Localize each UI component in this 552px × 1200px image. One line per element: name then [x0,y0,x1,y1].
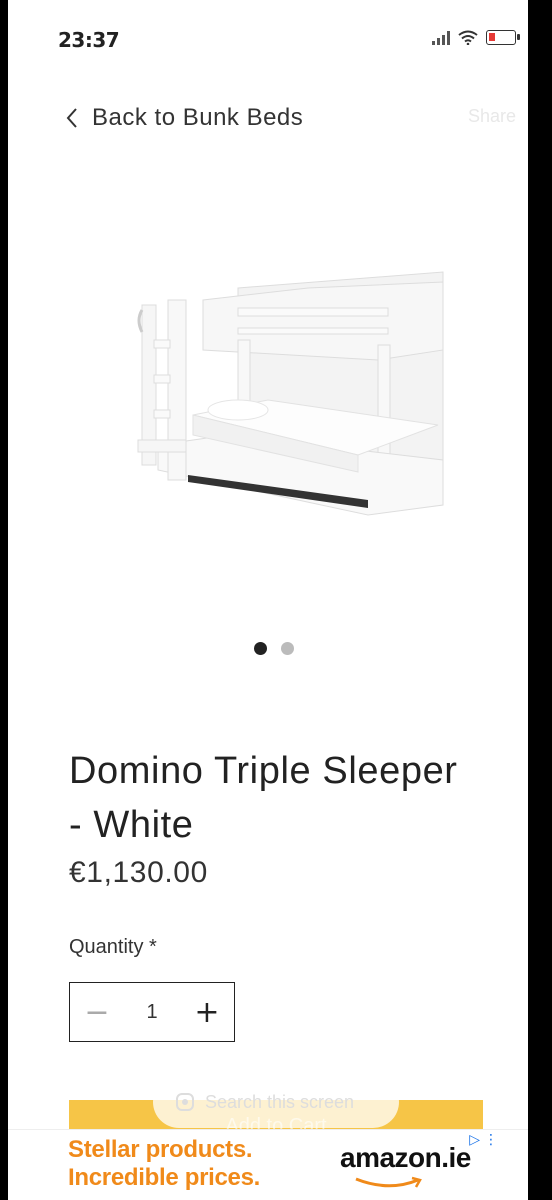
wifi-icon [458,30,478,45]
gallery-dot-2[interactable] [281,642,294,655]
ad-line-1: Stellar products. [68,1136,253,1163]
search-screen-pill[interactable]: Search this screen [153,1076,399,1128]
back-to-bunk-beds-link[interactable]: Back to Bunk Beds [66,104,303,132]
battery-icon [486,30,520,45]
search-screen-label: Search this screen [205,1091,355,1112]
back-link-label: Back to Bunk Beds [92,104,304,131]
ad-banner[interactable]: Stellar products. Incredible prices. ama… [8,1130,528,1200]
ad-line-2: Incredible prices. [68,1164,261,1191]
signal-icon [432,30,450,45]
ad-brand-logo: amazon.ie [340,1142,471,1173]
ad-choices[interactable]: ▷ ⋮ [469,1132,498,1148]
increase-quantity-button[interactable]: + [180,983,234,1041]
ad-menu-icon[interactable]: ⋮ [484,1132,498,1148]
adchoices-icon[interactable]: ▷ [469,1132,480,1148]
decrease-quantity-button[interactable]: − [70,983,124,1041]
product-price: €1,130.00 [69,856,208,889]
ad-headline: Stellar products. Incredible prices. [68,1136,260,1192]
product-title: Domino Triple Sleeper - White [69,750,458,846]
gallery-dot-1[interactable] [254,642,267,655]
quantity-stepper: − 1 + [69,982,235,1042]
lens-icon [176,1093,194,1111]
chevron-left-icon [66,108,77,128]
quantity-value[interactable]: 1 [124,1001,180,1024]
status-time: 23:37 [58,28,120,52]
gallery-pagination [254,642,294,655]
product-image[interactable] [98,250,458,530]
app-screen: 23:37 Back to Bunk Beds Share Domino Tri… [8,0,528,1200]
share-button[interactable]: Share [468,106,516,127]
amazon-smile-icon [355,1176,422,1188]
quantity-label: Quantity * [69,936,157,958]
status-icons [432,30,520,45]
